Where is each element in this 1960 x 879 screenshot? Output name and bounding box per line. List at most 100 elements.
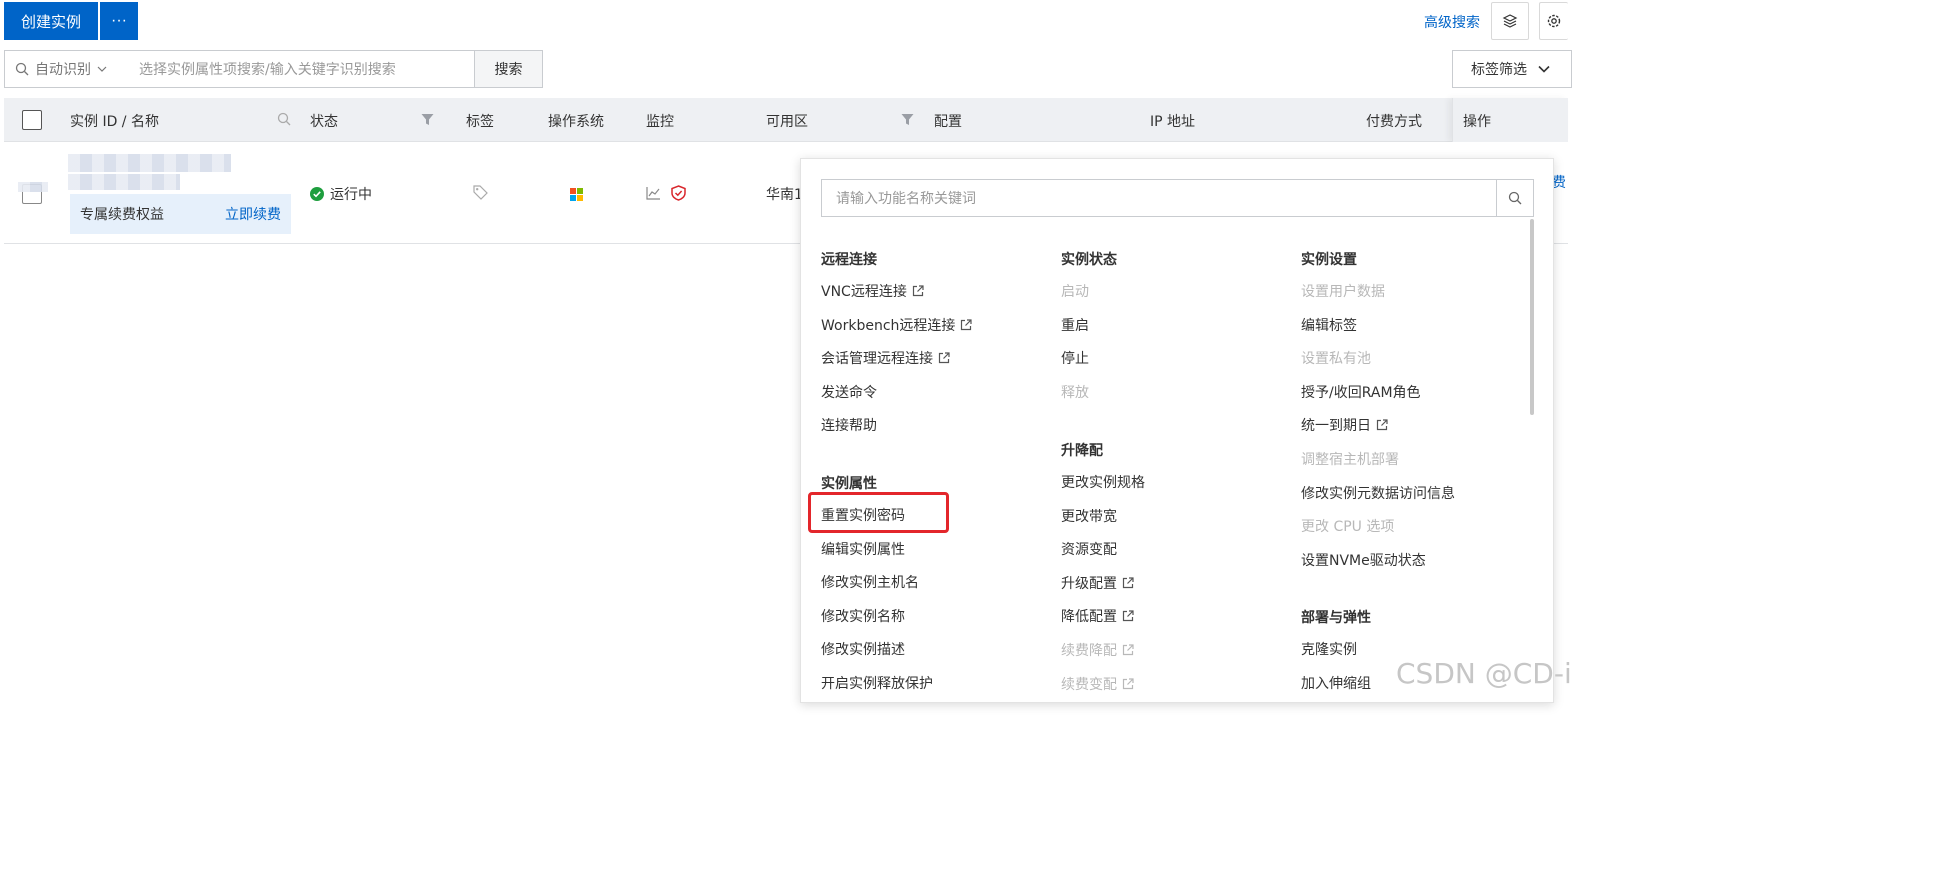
menu-item-label: VNC远程连接: [821, 284, 907, 300]
watermark: CSDN @CD-i: [1396, 657, 1572, 690]
search-icon: [15, 62, 29, 76]
menu-item[interactable]: 克隆实例: [1301, 639, 1357, 659]
windows-icon: [570, 188, 583, 201]
menu-item-label: 更改带宽: [1061, 508, 1117, 525]
redacted-instance-name: [68, 174, 180, 190]
feature-search-input[interactable]: 请输入功能名称关键词: [821, 179, 1497, 217]
security-shield-icon[interactable]: [671, 185, 686, 201]
check-circle-icon: [310, 187, 324, 201]
header-ops-column: 操作: [1452, 98, 1568, 142]
menu-item[interactable]: 资源变配: [1061, 539, 1117, 559]
external-link-icon: [961, 318, 973, 330]
more-actions-panel: 请输入功能名称关键词 远程连接 实例属性 VNC远程连接 Workbench远程连…: [800, 158, 1554, 703]
renew-benefit-label: 专属续费权益: [80, 207, 164, 223]
chevron-down-icon: [1538, 65, 1550, 73]
more-actions-button[interactable]: ···: [100, 2, 138, 40]
highlight-annotation: [808, 492, 949, 533]
search-mode-label: 自动识别: [35, 62, 91, 78]
menu-item-label: 续费变配: [1061, 676, 1117, 693]
menu-item: 更改 CPU 选项: [1301, 516, 1394, 536]
menu-item-label: 连接帮助: [821, 418, 877, 435]
menu-item-label: 更改 CPU 选项: [1301, 519, 1395, 536]
advanced-search-link[interactable]: 高级搜索: [1424, 12, 1480, 32]
tag-filter-button[interactable]: 标签筛选: [1452, 50, 1572, 88]
menu-item[interactable]: 重启: [1061, 315, 1089, 335]
menu-item[interactable]: 加入伸缩组: [1301, 673, 1371, 693]
menu-item[interactable]: 发送命令: [821, 382, 877, 402]
menu-item[interactable]: 授予/收回RAM角色: [1301, 382, 1421, 402]
layers-button[interactable]: [1491, 2, 1529, 40]
menu-item[interactable]: 开启实例释放保护: [821, 673, 933, 693]
tag-icon[interactable]: [473, 185, 488, 200]
menu-item-label: 修改实例名称: [821, 608, 905, 625]
menu-item[interactable]: 更改实例规格: [1061, 472, 1145, 492]
menu-item-label: 修改实例描述: [821, 642, 905, 659]
menu-item-label: Workbench远程连接: [821, 317, 956, 334]
menu-item: 续费变配: [1061, 674, 1134, 694]
menu-item[interactable]: VNC远程连接: [821, 281, 924, 301]
menu-item-label: 统一到期日: [1301, 418, 1371, 435]
menu-item-label: 会话管理远程连接: [821, 351, 933, 368]
gear-icon: [1547, 14, 1561, 28]
menu-item[interactable]: 会话管理远程连接: [821, 348, 950, 368]
menu-item[interactable]: 更改带宽: [1061, 506, 1117, 526]
layers-icon: [1502, 14, 1518, 28]
menu-item[interactable]: 修改实例描述: [821, 639, 905, 659]
status-badge: 运行中: [310, 184, 372, 204]
tag-filter-label: 标签筛选: [1471, 62, 1527, 78]
menu-item-label: 重启: [1061, 317, 1089, 334]
menu-item[interactable]: 统一到期日: [1301, 415, 1388, 435]
menu-item[interactable]: 升级配置: [1061, 573, 1134, 593]
menu-item-label: 启动: [1061, 284, 1089, 300]
external-link-icon: [1122, 577, 1134, 588]
menu-item-label: 授予/收回RAM角色: [1301, 384, 1421, 401]
menu-item[interactable]: 修改实例名称: [821, 606, 905, 626]
external-link-icon: [938, 352, 950, 364]
monitor-chart-icon[interactable]: [646, 186, 661, 200]
search-icon[interactable]: [277, 112, 291, 126]
menu-item[interactable]: 编辑实例属性: [821, 539, 905, 559]
renew-now-link[interactable]: 立即续费: [225, 204, 281, 224]
menu-item: 启动: [1061, 281, 1089, 301]
chevron-down-icon: [97, 66, 107, 72]
header-tags: 标签: [466, 114, 494, 130]
settings-button[interactable]: [1539, 2, 1568, 40]
menu-item-label: 停止: [1061, 351, 1089, 368]
menu-item-label: 资源变配: [1061, 542, 1117, 559]
header-monitor: 监控: [646, 114, 674, 130]
menu-item-label: 续费降配: [1061, 643, 1117, 659]
filter-icon[interactable]: [901, 113, 914, 126]
menu-item-label: 修改实例主机名: [821, 575, 919, 592]
feature-search-button[interactable]: [1496, 179, 1534, 217]
menu-item[interactable]: Workbench远程连接: [821, 315, 973, 335]
menu-item[interactable]: 停止: [1061, 348, 1089, 368]
menu-item[interactable]: 设置NVMe驱动状态: [1301, 550, 1426, 570]
menu-item[interactable]: 修改实例主机名: [821, 572, 919, 592]
search-input[interactable]: 选择实例属性项搜索/输入关键字识别搜索: [127, 59, 396, 79]
redacted-instance-id: [68, 154, 231, 172]
menu-item: 设置用户数据: [1301, 281, 1385, 301]
header-billing: 付费方式: [1366, 114, 1422, 130]
filter-icon[interactable]: [421, 113, 434, 126]
menu-item[interactable]: 降低配置: [1061, 606, 1134, 626]
menu-item-label: 开启实例释放保护: [821, 676, 933, 692]
instance-search-box[interactable]: 自动识别 选择实例属性项搜索/输入关键字识别搜索: [4, 50, 475, 88]
menu-item-label: 降低配置: [1061, 609, 1117, 626]
menu-item-label: 修改实例元数据访问信息: [1301, 485, 1455, 502]
menu-item[interactable]: 编辑标签: [1301, 315, 1357, 335]
ops-link-partial[interactable]: 费: [1552, 172, 1566, 192]
create-instance-button[interactable]: 创建实例: [4, 2, 98, 40]
panel-scrollbar[interactable]: [1530, 219, 1534, 415]
menu-item[interactable]: 修改实例元数据访问信息: [1301, 483, 1455, 503]
search-button[interactable]: 搜索: [474, 50, 543, 88]
group-title-resize: 升降配: [1061, 443, 1103, 459]
menu-item-label: 设置私有池: [1301, 351, 1371, 368]
menu-item[interactable]: 连接帮助: [821, 415, 877, 435]
search-mode-select[interactable]: 自动识别: [5, 59, 127, 79]
select-all-checkbox[interactable]: [22, 110, 42, 130]
menu-item-label: 升级配置: [1061, 575, 1117, 592]
menu-item-label: 释放: [1061, 384, 1089, 401]
group-title-instance-settings: 实例设置: [1301, 252, 1357, 268]
zone-value: 华南1: [766, 187, 803, 203]
menu-item-label: 克隆实例: [1301, 642, 1357, 658]
